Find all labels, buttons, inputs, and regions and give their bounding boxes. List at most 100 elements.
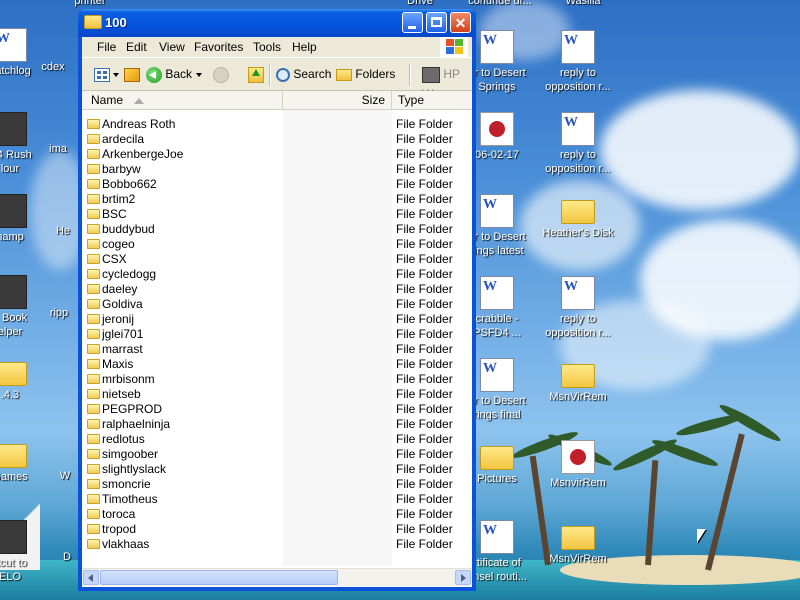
desktop-icon-label[interactable]: W — [52, 469, 78, 483]
menu-file[interactable]: File — [97, 40, 116, 54]
file-type: File Folder — [396, 402, 453, 416]
list-item[interactable]: jeronij File Folder — [82, 312, 472, 327]
folder-icon — [87, 119, 100, 129]
close-button[interactable]: ✕ — [450, 12, 471, 33]
list-item[interactable]: buddybud File Folder — [82, 222, 472, 237]
back-dropdown[interactable] — [196, 64, 202, 84]
list-item[interactable]: BSC File Folder — [82, 207, 472, 222]
file-name: buddybud — [102, 222, 155, 236]
desktop-icon[interactable]: MsnvirRem — [540, 440, 616, 490]
edit-button[interactable] — [124, 64, 140, 84]
menu-tools[interactable]: Tools — [253, 40, 281, 54]
desktop-icon[interactable]: Heather's Disk — [540, 194, 616, 240]
list-item[interactable]: brtim2 File Folder — [82, 192, 472, 207]
file-type: File Folder — [396, 462, 453, 476]
list-item[interactable]: PEGPROD File Folder — [82, 402, 472, 417]
file-name: Andreas Roth — [102, 117, 176, 131]
menu-edit[interactable]: Edit — [126, 40, 147, 54]
list-item[interactable]: Timotheus File Folder — [82, 492, 472, 507]
title-bar[interactable]: 100 ✕ — [78, 9, 476, 37]
forward-button[interactable] — [213, 64, 229, 84]
list-item[interactable]: Andreas Roth File Folder — [82, 117, 472, 132]
desktop-icon-label[interactable]: printer — [40, 0, 140, 8]
scroll-left-button[interactable] — [83, 570, 99, 585]
file-type: File Folder — [396, 492, 453, 506]
menu-favorites[interactable]: Favorites — [194, 40, 243, 54]
desktop-icon-label: MsnVirRem — [549, 553, 607, 565]
desktop-icon[interactable]: reply to opposition r... — [540, 276, 616, 340]
list-item[interactable]: jglei701 File Folder — [82, 327, 472, 342]
printer-icon — [422, 66, 440, 83]
hp-button[interactable]: HP W — [422, 64, 472, 101]
desktop-icon-label[interactable]: cdex — [28, 60, 78, 74]
file-name: marrast — [102, 342, 143, 356]
list-item[interactable]: ArkenbergeJoe File Folder — [82, 147, 472, 162]
list-item[interactable]: marrast File Folder — [82, 342, 472, 357]
list-item[interactable]: toroca File Folder — [82, 507, 472, 522]
desktop-icon[interactable]: reply to opposition r... — [540, 112, 616, 176]
file-rows: Andreas Roth File Folder ardecila File Fold… — [82, 117, 472, 552]
desktop-icon[interactable]: namp — [0, 194, 48, 244]
folder-icon — [87, 509, 100, 519]
list-item[interactable]: redlotus File Folder — [82, 432, 472, 447]
list-item[interactable]: smoncrie File Folder — [82, 477, 472, 492]
folder-icon — [87, 344, 100, 354]
views-button[interactable] — [94, 64, 120, 84]
windows-logo-icon — [440, 37, 468, 57]
file-type: File Folder — [396, 267, 453, 281]
desktop-icon-label[interactable]: Wasilla — [545, 0, 621, 8]
list-item[interactable]: Goldiva File Folder — [82, 297, 472, 312]
column-header-type[interactable]: Type — [392, 91, 472, 109]
list-item[interactable]: nietseb File Folder — [82, 387, 472, 402]
desktop-icon-label[interactable]: ima — [38, 142, 78, 156]
search-button[interactable]: Search — [276, 64, 331, 84]
folder-icon — [87, 539, 100, 549]
file-type: File Folder — [396, 192, 453, 206]
up-button[interactable] — [248, 64, 264, 84]
edit-icon — [124, 67, 140, 82]
desktop-icon-label: rtcut to — [0, 557, 27, 569]
scroll-right-button[interactable] — [455, 570, 471, 585]
list-item[interactable]: Bobbo662 File Folder — [82, 177, 472, 192]
list-item[interactable]: simgoober File Folder — [82, 447, 472, 462]
desktop-icon[interactable]: reply to opposition r... — [540, 30, 616, 94]
list-item[interactable]: vlakhaas File Folder — [82, 537, 472, 552]
desktop-icon[interactable]: MsnVirRem — [540, 520, 616, 566]
horizontal-scrollbar[interactable] — [82, 568, 472, 586]
back-button[interactable]: Back — [146, 64, 192, 84]
desktop-icon[interactable]: Games — [0, 438, 48, 484]
window-title: 100 — [105, 15, 127, 30]
desktop-icon-label[interactable]: ripp — [40, 306, 78, 320]
list-item[interactable]: ardecila File Folder — [82, 132, 472, 147]
list-item[interactable]: Maxis File Folder — [82, 357, 472, 372]
list-item[interactable]: ralphaelninja File Folder — [82, 417, 472, 432]
list-item[interactable]: tropod File Folder — [82, 522, 472, 537]
list-item[interactable]: slightlyslack File Folder — [82, 462, 472, 477]
file-type: File Folder — [396, 372, 453, 386]
column-header-size[interactable]: Size — [283, 91, 392, 109]
list-item[interactable]: cogeo File Folder — [82, 237, 472, 252]
maximize-button[interactable] — [426, 12, 447, 33]
list-item[interactable]: barbyw File Folder — [82, 162, 472, 177]
menu-bar: File Edit View Favorites Tools Help — [82, 37, 472, 58]
desktop-icon-label[interactable]: D — [56, 550, 78, 564]
file-type: File Folder — [396, 297, 453, 311]
list-item[interactable]: CSX File Folder — [82, 252, 472, 267]
desktop-icon[interactable]: MsnVirRem — [540, 358, 616, 404]
menu-help[interactable]: Help — [292, 40, 317, 54]
list-item[interactable]: cycledogg File Folder — [82, 267, 472, 282]
desktop-icon-label[interactable]: He — [48, 224, 78, 238]
desktop-icon-label[interactable]: Drive — [390, 0, 450, 8]
column-header-name[interactable]: Name — [82, 91, 283, 109]
list-item[interactable]: daeley File Folder — [82, 282, 472, 297]
scroll-thumb[interactable] — [100, 570, 338, 585]
minimize-button[interactable] — [402, 12, 423, 33]
desktop-icon[interactable]: .4.3 — [0, 356, 48, 402]
list-item[interactable]: mrbisonm File Folder — [82, 372, 472, 387]
menu-view[interactable]: View — [159, 40, 185, 54]
desktop-icon[interactable]: rtcut to ELO — [0, 520, 48, 584]
desktop-icon-label[interactable]: conunde ur... — [455, 0, 545, 8]
mouse-cursor-icon — [697, 529, 706, 543]
document-icon — [480, 276, 514, 310]
folders-button[interactable]: Folders — [336, 64, 395, 84]
